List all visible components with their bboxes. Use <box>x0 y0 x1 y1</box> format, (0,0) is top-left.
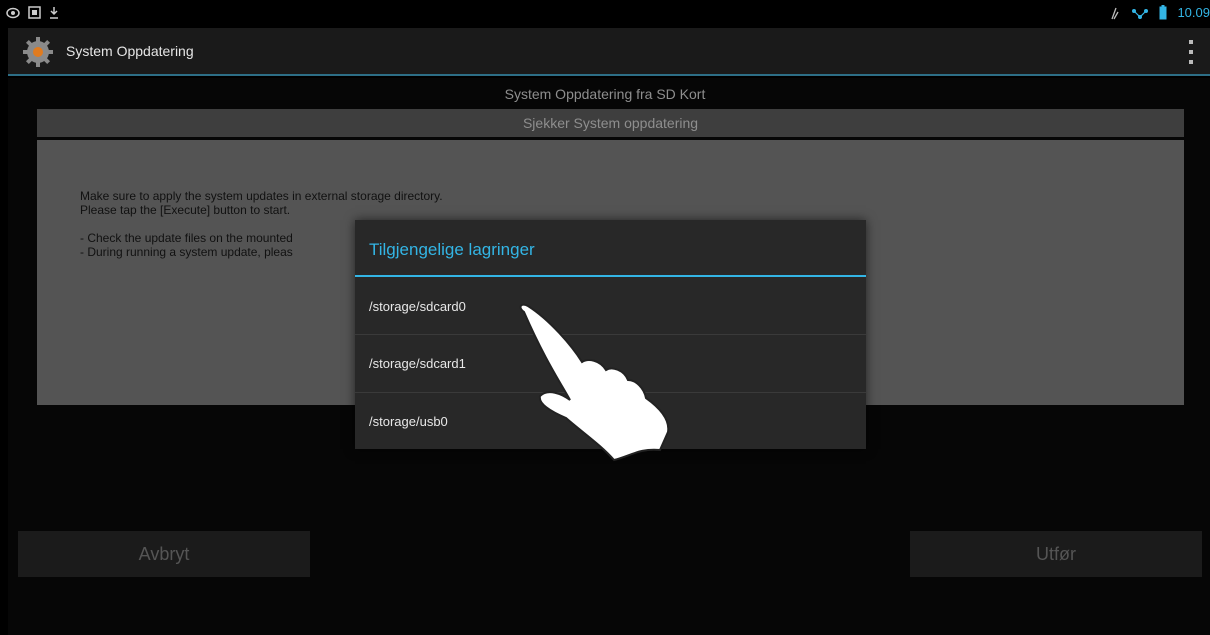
action-bar: System Oppdatering <box>8 28 1210 76</box>
status-bar-left <box>6 6 59 19</box>
instruction-line: - During running a system update, pleas <box>80 245 293 259</box>
status-bar-right: 10.09 <box>1109 5 1210 20</box>
instruction-line: Make sure to apply the system updates in… <box>80 189 443 203</box>
status-time: 10.09 <box>1177 5 1210 20</box>
instruction-line: - Check the update files on the mounted <box>80 231 293 245</box>
cancel-button[interactable]: Avbryt <box>18 531 310 577</box>
wifi-icon <box>1132 8 1149 19</box>
instruction-line: Please tap the [Execute] button to start… <box>80 203 291 217</box>
eye-icon <box>6 7 20 18</box>
dialog-divider <box>355 275 866 277</box>
storage-option-label: /storage/usb0 <box>369 414 448 429</box>
page-title: System Oppdatering fra SD Kort <box>504 86 706 102</box>
storage-option-label: /storage/sdcard0 <box>369 299 466 314</box>
status-subheading: Sjekker System oppdatering <box>37 109 1184 137</box>
app-title: System Oppdatering <box>66 43 194 59</box>
battery-icon <box>1159 5 1167 20</box>
gear-icon[interactable] <box>22 36 54 68</box>
android-screen: 10.09 System Oppdatering System Oppdater… <box>0 0 1210 635</box>
execute-button[interactable]: Utfør <box>910 531 1202 577</box>
signal-icon <box>1111 7 1120 19</box>
dialog-title: Tilgjengelige lagringer <box>369 240 535 259</box>
status-bar: 10.09 <box>0 0 1210 28</box>
overflow-menu-icon[interactable] <box>1188 40 1194 64</box>
storage-option-label: /storage/sdcard1 <box>369 356 466 371</box>
pointing-hand-icon <box>519 303 670 462</box>
download-icon <box>50 7 58 19</box>
screenshot-icon <box>28 6 41 19</box>
